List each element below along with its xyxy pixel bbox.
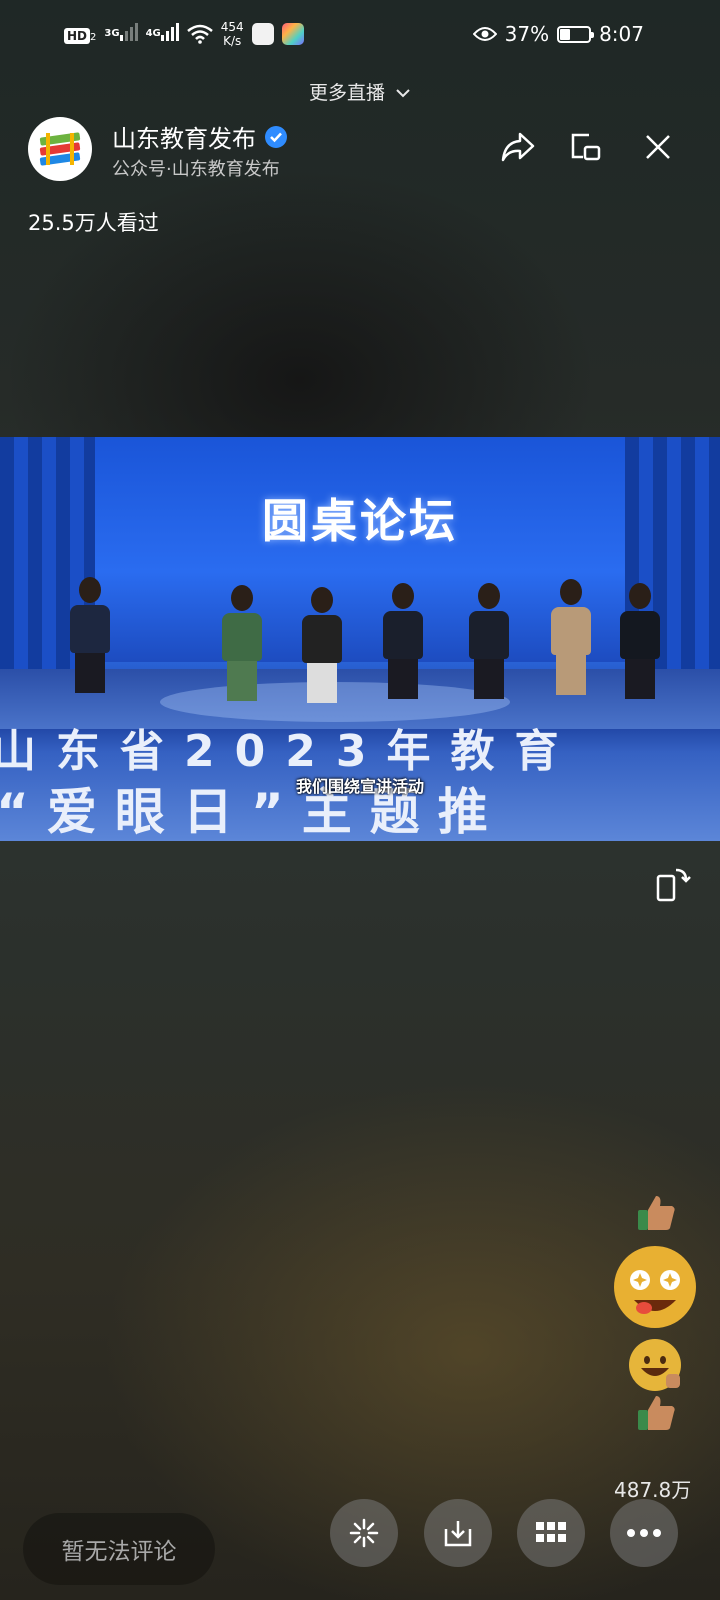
guest-person: [620, 583, 660, 699]
wifi-icon: [186, 24, 213, 44]
verified-badge-icon: [265, 125, 287, 148]
grin-emoji-icon: [626, 1336, 684, 1398]
channel-name: 山东教育发布: [112, 125, 256, 153]
download-button[interactable]: [424, 1499, 492, 1567]
host-person: [70, 577, 110, 693]
guest-person: [469, 583, 509, 699]
battery-percent: 37%: [504, 22, 550, 46]
thumbs-up-reaction-icon: [636, 1392, 678, 1438]
guest-person: [302, 587, 342, 703]
apps-button[interactable]: [517, 1499, 585, 1567]
rotate-icon: [656, 868, 691, 902]
more-button[interactable]: [610, 1499, 678, 1567]
like-count: 487.8万: [614, 1478, 692, 1502]
sparkle-icon: [349, 1518, 379, 1548]
status-right: 37% 8:07: [472, 22, 644, 46]
channel-header: 山东教育发布 公众号·山东教育发布: [28, 117, 692, 181]
viewer-count: 25.5万人看过: [28, 211, 159, 235]
clock: 8:07: [599, 22, 644, 46]
download-icon: [444, 1521, 472, 1547]
stage-title: 圆桌论坛: [262, 494, 458, 548]
video-caption: 我们围绕宣讲活动: [295, 777, 424, 796]
more-live-dropdown[interactable]: 更多直播: [0, 78, 720, 105]
eye-icon: [472, 27, 497, 41]
net-speed: 454 K/s: [220, 20, 244, 48]
share-button[interactable]: [498, 127, 538, 167]
chevron-down-icon: [396, 89, 410, 98]
effects-button[interactable]: [330, 1499, 398, 1567]
grid-icon: [536, 1522, 566, 1542]
star-eyes-emoji-icon: [612, 1244, 698, 1334]
close-button[interactable]: [638, 127, 678, 167]
signal-4g-icon: 4G: [146, 22, 179, 46]
huawei-app-icon: [251, 23, 274, 45]
thumbs-up-reaction-icon: [636, 1192, 678, 1238]
pip-button[interactable]: [566, 127, 606, 167]
guest-person: [551, 579, 591, 695]
signal-3g-icon: 3G: [104, 22, 138, 46]
channel-logo-icon: [39, 132, 81, 166]
guest-person: [222, 585, 262, 701]
more-icon: [627, 1529, 661, 1537]
share-icon: [501, 132, 535, 162]
channel-name-row[interactable]: 山东教育发布: [112, 119, 288, 154]
more-live-label: 更多直播: [308, 82, 385, 104]
guest-person: [383, 583, 423, 699]
battery-icon: [557, 25, 595, 43]
comment-input[interactable]: 暂无法评论: [23, 1513, 215, 1585]
colorful-app-icon: [281, 23, 304, 45]
rotate-screen-button[interactable]: [654, 866, 692, 904]
status-bar: HD 2 3G 4G 454 K/s 37% 8:07: [0, 0, 720, 70]
channel-subtitle: 公众号·山东教育发布: [112, 159, 280, 180]
video-player[interactable]: 圆桌论坛 山东省2023年教育 “爱眼日”主题推 我们围绕宣讲活动: [0, 437, 720, 841]
stage-banner-line1: 山东省2023年教育: [0, 726, 579, 777]
channel-avatar[interactable]: [28, 117, 92, 181]
hd-indicator: HD 2: [64, 23, 96, 45]
pip-icon: [571, 133, 601, 161]
close-icon: [646, 135, 670, 159]
status-left: HD 2 3G 4G 454 K/s: [64, 20, 304, 48]
